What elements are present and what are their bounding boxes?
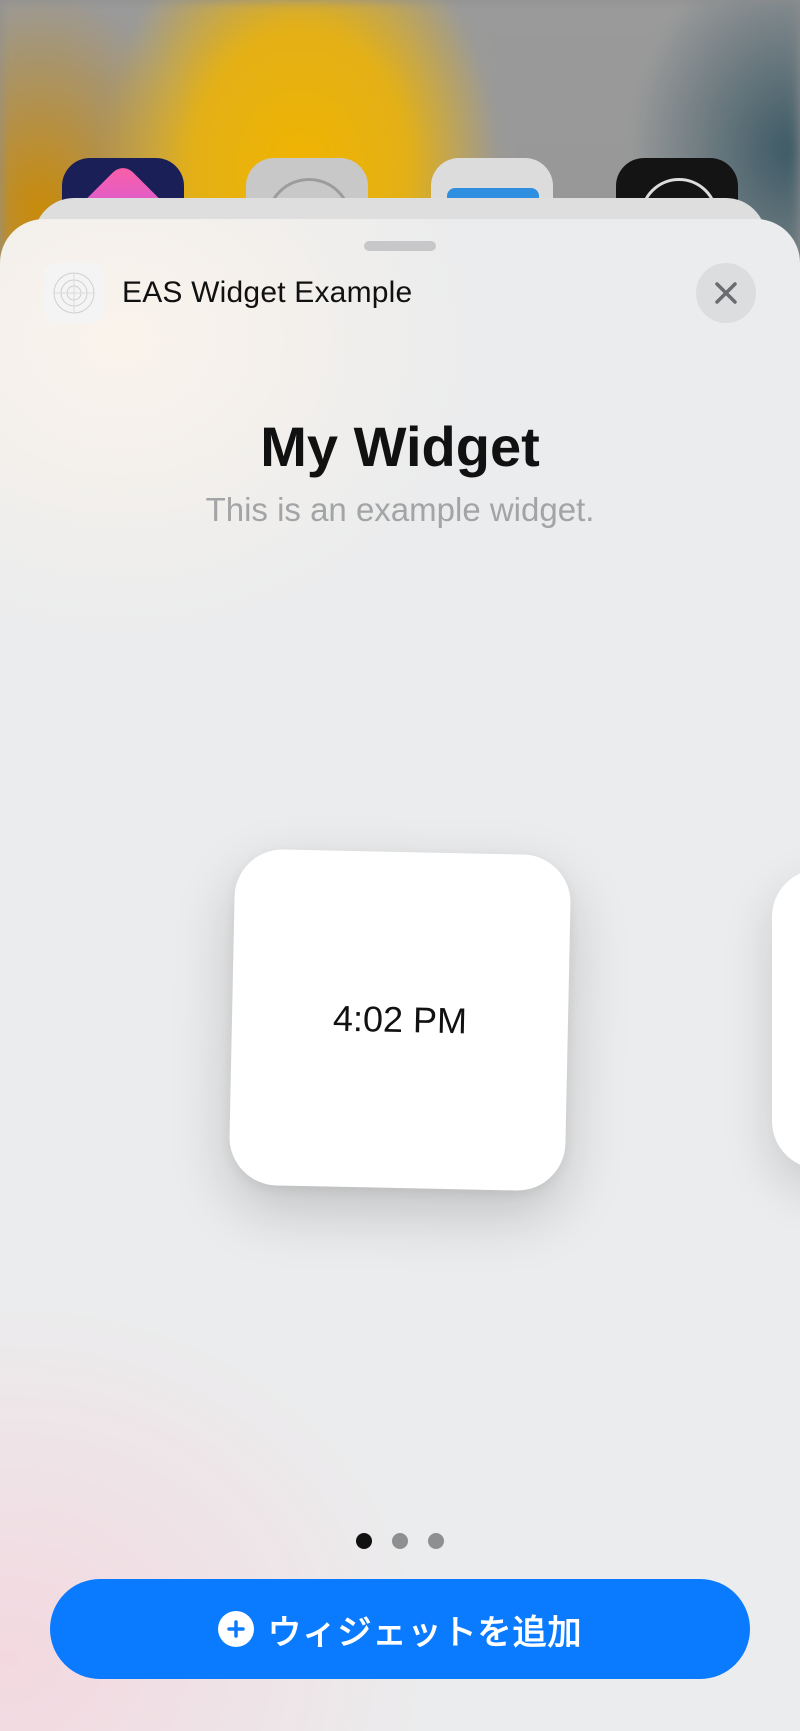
- widget-gallery-sheet: EAS Widget Example My Widget This is an …: [0, 219, 800, 1731]
- add-widget-label: ウィジェットを追加: [267, 1612, 583, 1653]
- app-name: EAS Widget Example: [122, 276, 413, 309]
- page-dot-1[interactable]: [356, 1533, 372, 1549]
- sheet-grabber[interactable]: [364, 241, 436, 251]
- page-dot-2[interactable]: [392, 1533, 408, 1549]
- widget-preview-card[interactable]: 4:02 PM: [228, 848, 572, 1192]
- close-button[interactable]: [696, 263, 756, 323]
- app-header: EAS Widget Example: [44, 263, 412, 323]
- widget-description: This is an example widget.: [205, 491, 595, 528]
- page-dot-3[interactable]: [428, 1533, 444, 1549]
- add-widget-button[interactable]: ウィジェットを追加: [50, 1579, 750, 1679]
- close-icon: [715, 282, 737, 304]
- app-placeholder-icon: [44, 263, 104, 323]
- widget-title: My Widget: [260, 415, 540, 478]
- plus-circle-icon: [217, 1611, 254, 1647]
- page-indicator[interactable]: [0, 1533, 800, 1549]
- next-widget-preview-card[interactable]: [772, 869, 800, 1169]
- widget-preview-time: 4:02 PM: [332, 997, 468, 1042]
